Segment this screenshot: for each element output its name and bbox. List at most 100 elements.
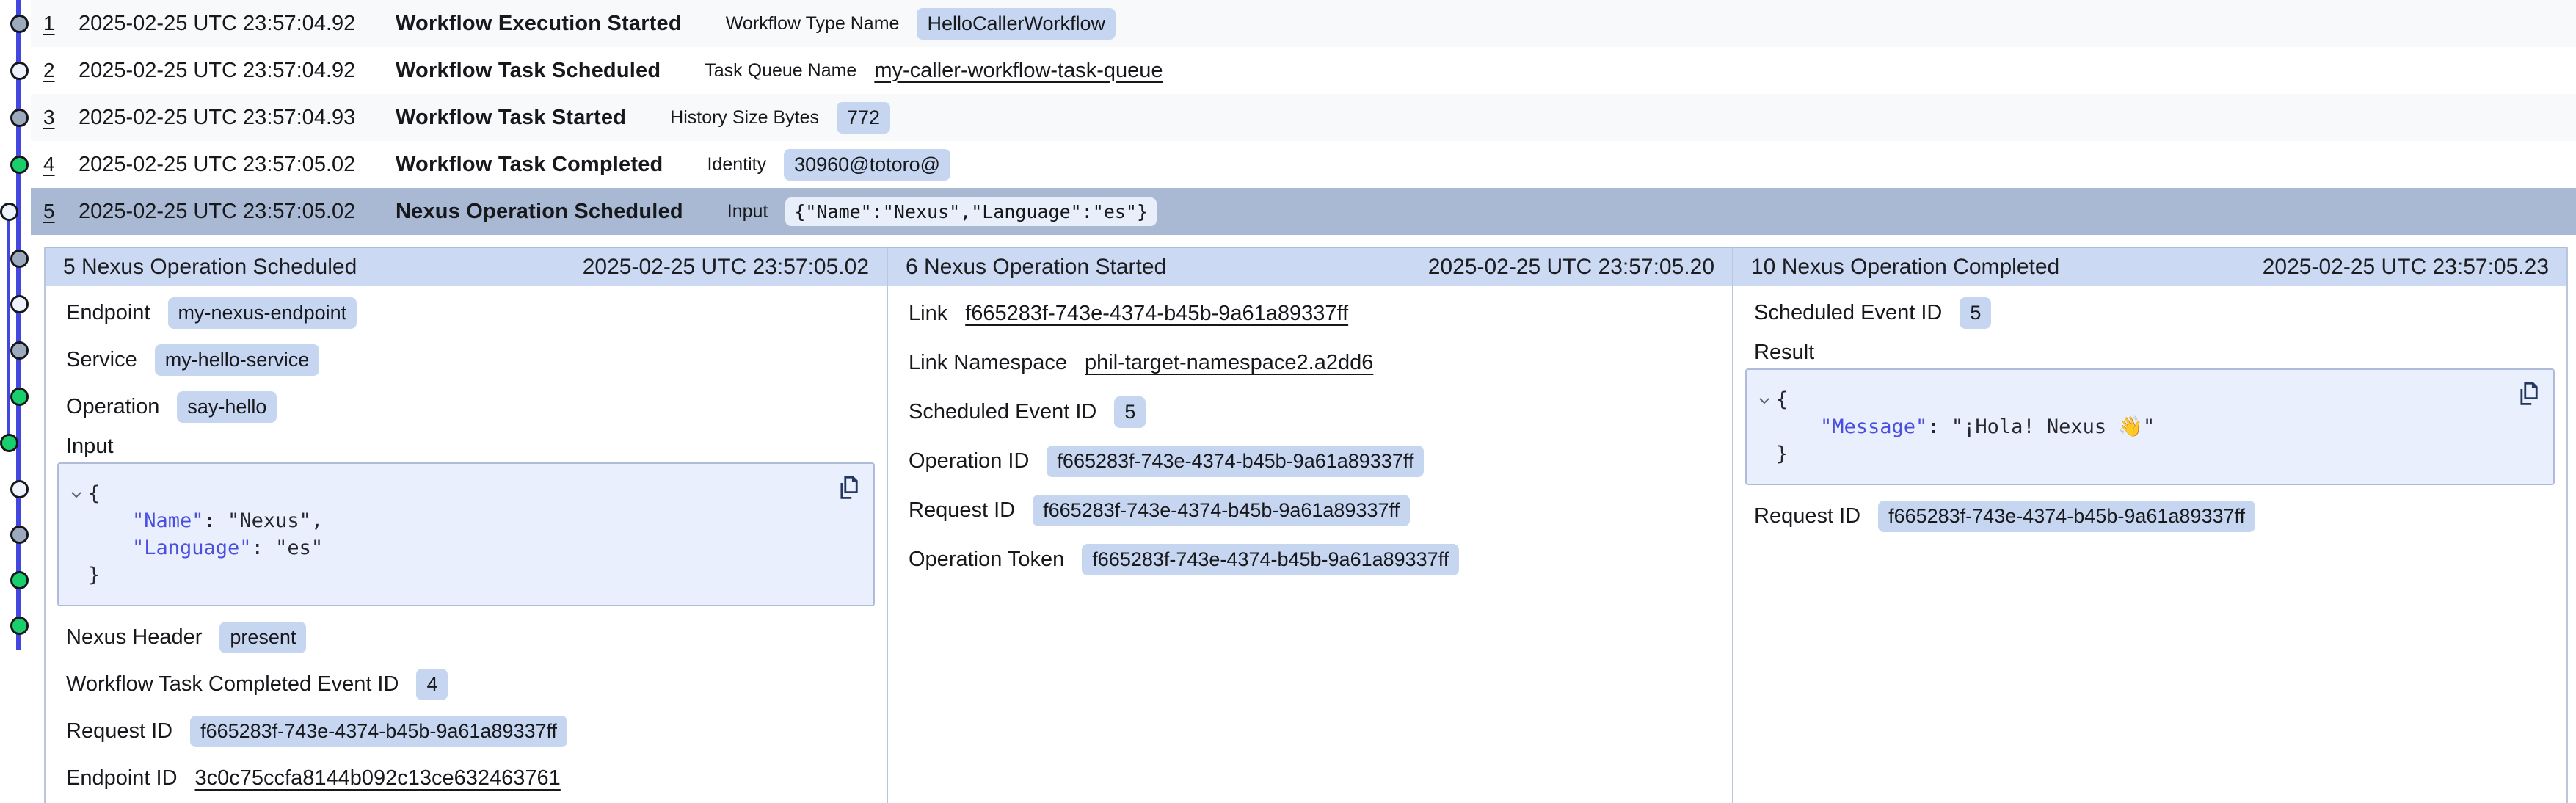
link-value[interactable]: f665283f-743e-4374-b45b-9a61a89337ff bbox=[965, 302, 1348, 326]
field-label: Request ID bbox=[66, 719, 172, 744]
timeline-event-dot[interactable] bbox=[10, 341, 29, 360]
json-brace: { bbox=[1776, 388, 1788, 411]
field-value-badge: f665283f-743e-4374-b45b-9a61a89337ff bbox=[1878, 501, 2255, 532]
panel-title: 10 Nexus Operation Completed bbox=[1751, 255, 2059, 280]
event-row-3[interactable]: 3 2025-02-25 UTC 23:57:04.93 Workflow Ta… bbox=[31, 94, 2576, 141]
panel-timestamp: 2025-02-25 UTC 23:57:05.02 bbox=[583, 255, 869, 280]
timeline-event-dot[interactable] bbox=[10, 15, 29, 33]
field-value-badge: f665283f-743e-4374-b45b-9a61a89337ff bbox=[1082, 544, 1459, 575]
event-timestamp: 2025-02-25 UTC 23:57:04.92 bbox=[79, 59, 387, 83]
field-request-id: Request ID f665283f-743e-4374-b45b-9a61a… bbox=[1754, 493, 2546, 539]
timeline-event-dot[interactable] bbox=[10, 617, 29, 635]
input-section-label: Input bbox=[66, 430, 866, 462]
field-value-badge: 5 bbox=[1114, 396, 1146, 428]
event-id-link[interactable]: 1 bbox=[43, 12, 68, 35]
result-section-label: Result bbox=[1754, 336, 2546, 368]
copy-icon[interactable] bbox=[2515, 380, 2542, 410]
field-value-badge: f665283f-743e-4374-b45b-9a61a89337ff bbox=[1033, 495, 1410, 526]
field-endpoint-id: Endpoint ID 3c0c75ccfa8144b092c13ce63246… bbox=[66, 755, 866, 802]
json-brace: } bbox=[1776, 443, 1788, 465]
panel-nexus-operation-scheduled: 5 Nexus Operation Scheduled 2025-02-25 U… bbox=[44, 247, 887, 803]
chevron-down-icon[interactable] bbox=[1755, 392, 1773, 410]
event-timestamp: 2025-02-25 UTC 23:57:05.02 bbox=[79, 200, 387, 224]
json-value: : "es" bbox=[252, 537, 324, 559]
panel-timestamp: 2025-02-25 UTC 23:57:05.20 bbox=[1428, 255, 1714, 280]
event-id-link[interactable]: 3 bbox=[43, 106, 68, 129]
field-value-badge: 4 bbox=[416, 669, 448, 700]
timeline-event-dot[interactable] bbox=[0, 203, 18, 221]
event-attr-value-badge: 30960@totoro@ bbox=[784, 149, 950, 181]
field-label: Link bbox=[909, 302, 947, 326]
event-attr-value-badge: 772 bbox=[837, 102, 890, 134]
field-label: Request ID bbox=[1754, 504, 1860, 528]
panel-header: 5 Nexus Operation Scheduled 2025-02-25 U… bbox=[46, 247, 887, 286]
timeline-event-dot[interactable] bbox=[10, 295, 29, 313]
event-timeline-rail bbox=[0, 0, 31, 803]
field-value-badge: present bbox=[219, 622, 306, 653]
event-attr-label: Workflow Type Name bbox=[726, 13, 900, 34]
panel-header: 10 Nexus Operation Completed 2025-02-25 … bbox=[1733, 247, 2566, 286]
json-brace: { bbox=[88, 482, 100, 505]
field-operation-token: Operation Token f665283f-743e-4374-b45b-… bbox=[909, 535, 1711, 584]
event-name: Workflow Task Scheduled bbox=[396, 59, 661, 83]
field-label: Service bbox=[66, 348, 137, 372]
field-scheduled-event-id: Scheduled Event ID 5 bbox=[909, 388, 1711, 437]
field-value-badge: say-hello bbox=[177, 391, 277, 423]
field-label: Operation ID bbox=[909, 449, 1029, 473]
field-service: Service my-hello-service bbox=[66, 336, 866, 383]
panel-timestamp: 2025-02-25 UTC 23:57:05.23 bbox=[2263, 255, 2549, 280]
input-json-viewer: { "Name": "Nexus", "Language": "es" } bbox=[57, 462, 875, 606]
timeline-event-dot[interactable] bbox=[0, 434, 18, 452]
field-value-badge: my-nexus-endpoint bbox=[168, 297, 357, 329]
timeline-event-dot[interactable] bbox=[10, 526, 29, 544]
timeline-event-dot[interactable] bbox=[10, 388, 29, 406]
timeline-event-dot[interactable] bbox=[10, 480, 29, 498]
json-key: "Name" bbox=[132, 509, 204, 532]
field-label: Request ID bbox=[909, 498, 1015, 523]
event-attr-value-badge: HelloCallerWorkflow bbox=[917, 8, 1116, 40]
json-key: "Message" bbox=[1820, 415, 1927, 438]
field-label: Scheduled Event ID bbox=[1754, 301, 1942, 325]
event-id-link[interactable]: 4 bbox=[43, 153, 68, 176]
task-queue-link[interactable]: my-caller-workflow-task-queue bbox=[874, 59, 1163, 83]
event-id-link[interactable]: 2 bbox=[43, 59, 68, 82]
event-input-json-badge: {"Name":"Nexus","Language":"es"} bbox=[785, 197, 1157, 226]
field-operation-id: Operation ID f665283f-743e-4374-b45b-9a6… bbox=[909, 437, 1711, 486]
endpoint-id-link[interactable]: 3c0c75ccfa8144b092c13ce632463761 bbox=[195, 766, 561, 791]
field-label: Operation Token bbox=[909, 548, 1064, 572]
event-timestamp: 2025-02-25 UTC 23:57:04.92 bbox=[79, 12, 387, 36]
field-scheduled-event-id: Scheduled Event ID 5 bbox=[1754, 289, 2546, 336]
timeline-event-dot[interactable] bbox=[10, 250, 29, 268]
field-value-badge: my-hello-service bbox=[155, 344, 320, 376]
event-name: Nexus Operation Scheduled bbox=[396, 200, 683, 224]
link-namespace-link[interactable]: phil-target-namespace2.a2dd6 bbox=[1085, 351, 1373, 375]
event-attr-label: Identity bbox=[707, 154, 766, 175]
event-name: Workflow Task Completed bbox=[396, 153, 663, 177]
event-name: Workflow Execution Started bbox=[396, 12, 682, 36]
field-label: Link Namespace bbox=[909, 351, 1067, 375]
timeline-event-dot[interactable] bbox=[10, 109, 29, 127]
event-timestamp: 2025-02-25 UTC 23:57:05.02 bbox=[79, 153, 387, 177]
json-brace: } bbox=[88, 564, 100, 586]
event-id-link[interactable]: 5 bbox=[43, 200, 68, 223]
event-row-5-selected[interactable]: 5 2025-02-25 UTC 23:57:05.02 Nexus Opera… bbox=[31, 188, 2576, 235]
event-row-4[interactable]: 4 2025-02-25 UTC 23:57:05.02 Workflow Ta… bbox=[31, 141, 2576, 188]
field-value-badge: 5 bbox=[1960, 297, 1991, 329]
timeline-event-dot[interactable] bbox=[10, 571, 29, 589]
event-row-1[interactable]: 1 2025-02-25 UTC 23:57:04.92 Workflow Ex… bbox=[31, 0, 2576, 47]
json-key: "Language" bbox=[132, 537, 252, 559]
field-operation: Operation say-hello bbox=[66, 383, 866, 430]
field-label: Nexus Header bbox=[66, 625, 202, 650]
event-attr-label: Task Queue Name bbox=[705, 60, 856, 81]
event-row-2[interactable]: 2 2025-02-25 UTC 23:57:04.92 Workflow Ta… bbox=[31, 47, 2576, 94]
timeline-event-dot[interactable] bbox=[10, 62, 29, 80]
field-nexus-header: Nexus Header present bbox=[66, 614, 866, 661]
field-endpoint: Endpoint my-nexus-endpoint bbox=[66, 289, 866, 336]
field-label: Operation bbox=[66, 395, 159, 419]
result-json-viewer: { "Message": "¡Hola! Nexus 👋" } bbox=[1745, 368, 2555, 485]
field-label: Endpoint ID bbox=[66, 766, 178, 791]
timeline-event-dot[interactable] bbox=[10, 156, 29, 174]
chevron-down-icon[interactable] bbox=[68, 486, 85, 504]
copy-icon[interactable] bbox=[835, 474, 862, 504]
field-value-badge: f665283f-743e-4374-b45b-9a61a89337ff bbox=[1047, 446, 1424, 477]
